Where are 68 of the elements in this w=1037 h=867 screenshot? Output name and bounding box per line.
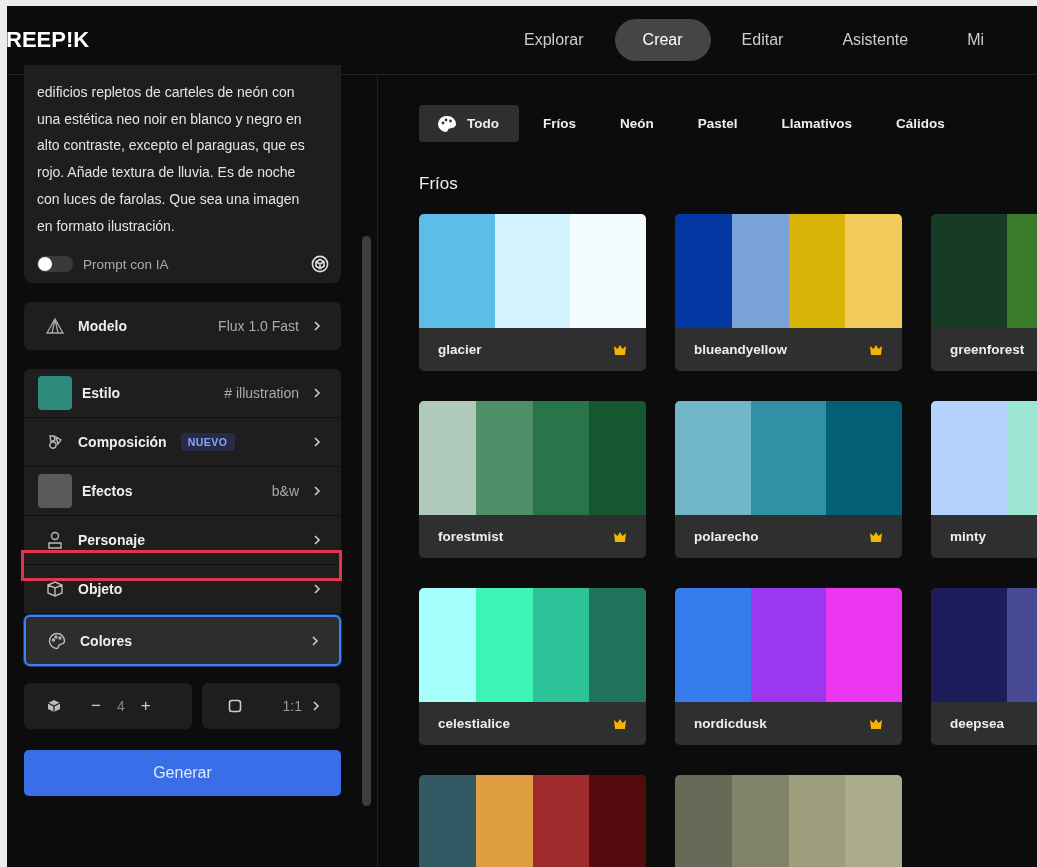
plus-button[interactable]: + — [132, 696, 159, 717]
toggle-label: Prompt con IA — [83, 256, 170, 272]
model-selector[interactable]: Modelo Flux 1.0 Fast — [24, 302, 341, 351]
palette-name: nordicdusk — [694, 716, 767, 731]
prompt-field[interactable]: edificios repletos de carteles de neón con una estética neo noir en blanco y negro en alto contraste, excepto el paraguas, que es rojo. Añade textura de lluvia. Es de noche con luces de farolas. Que sea una imagen en formato ilustración. — [37, 79, 305, 240]
option-row[interactable]: Composición NUEVO — [24, 418, 341, 468]
minus-button[interactable]: − — [83, 696, 109, 717]
stack-icon — [47, 699, 61, 714]
option-row[interactable]: Estilo # illustration — [24, 369, 341, 419]
toggle-switch[interactable] — [37, 256, 73, 273]
palette-card[interactable]: nordicdusk — [675, 588, 902, 745]
box-icon — [46, 580, 64, 599]
option-row[interactable]: Colores — [24, 615, 341, 667]
logo[interactable]: REEP!K — [7, 27, 496, 53]
chevron-icon — [313, 584, 321, 595]
palette-card[interactable]: glacier — [419, 214, 646, 371]
person-icon — [46, 531, 64, 550]
palette-icon — [437, 114, 457, 133]
count-value: 4 — [115, 698, 126, 715]
chevron-icon — [313, 388, 321, 399]
chevron-icon — [311, 635, 319, 646]
palette-name: deepsea — [950, 716, 1005, 731]
generate-button[interactable]: Generar — [24, 750, 341, 797]
palette-name: glacier — [438, 342, 482, 357]
chevron-icon — [313, 321, 321, 332]
option-row[interactable]: Efectos b&w — [24, 467, 341, 517]
triangle-icon — [46, 318, 64, 335]
palette-card[interactable] — [419, 775, 646, 867]
filter-tab[interactable]: Pastel — [677, 105, 758, 142]
palette-icon — [48, 631, 66, 650]
palette-card[interactable]: polarecho — [675, 401, 902, 558]
nav-link[interactable]: Mi — [939, 19, 1013, 61]
palette-name: forestmist — [438, 529, 504, 544]
option-row[interactable]: Personaje — [24, 516, 341, 566]
chevron-icon — [313, 486, 321, 497]
palette-card[interactable]: celestialice — [419, 588, 646, 745]
palette-name: minty — [950, 529, 986, 544]
filter-tab[interactable]: Cálidos — [876, 105, 965, 142]
shapes-icon — [46, 433, 64, 452]
palette-name: celestialice — [438, 716, 511, 731]
aspect-ratio-selector[interactable]: 1:1 — [202, 683, 340, 730]
cube-icon[interactable] — [311, 255, 329, 274]
palette-card[interactable]: blueandyellow — [675, 214, 902, 371]
scrollbar[interactable] — [362, 236, 371, 806]
thumbnail-placeholder — [38, 474, 72, 509]
palette-card[interactable]: deepsea — [931, 588, 1037, 745]
palette-card[interactable]: forestmist — [419, 401, 646, 558]
nav-link[interactable]: Explorar — [496, 19, 612, 61]
filter-tab[interactable]: Fríos — [523, 105, 596, 142]
chevron-icon — [313, 437, 321, 448]
chevron-icon — [312, 701, 320, 712]
palette-name: greenforest — [950, 342, 1025, 357]
new-badge: NUEVO — [180, 433, 235, 452]
section-title: Fríos — [419, 174, 459, 194]
filter-tab[interactable]: Todo — [419, 105, 519, 142]
nav-link[interactable]: Editar — [713, 19, 812, 61]
filter-tab[interactable]: Llamativos — [761, 105, 873, 142]
palette-card[interactable]: minty — [931, 401, 1037, 558]
palette-name: polarecho — [694, 529, 759, 544]
option-row[interactable]: Objeto — [24, 565, 341, 615]
chevron-icon — [313, 535, 321, 546]
filter-tab[interactable]: Neón — [600, 105, 674, 142]
thumbnail-placeholder — [38, 376, 72, 411]
palette-card[interactable]: greenforest — [931, 214, 1037, 371]
nav-link[interactable]: Crear — [614, 19, 711, 61]
palette-name: blueandyellow — [694, 342, 788, 357]
nav-link[interactable]: Asistente — [814, 19, 937, 61]
square-icon — [228, 699, 242, 714]
